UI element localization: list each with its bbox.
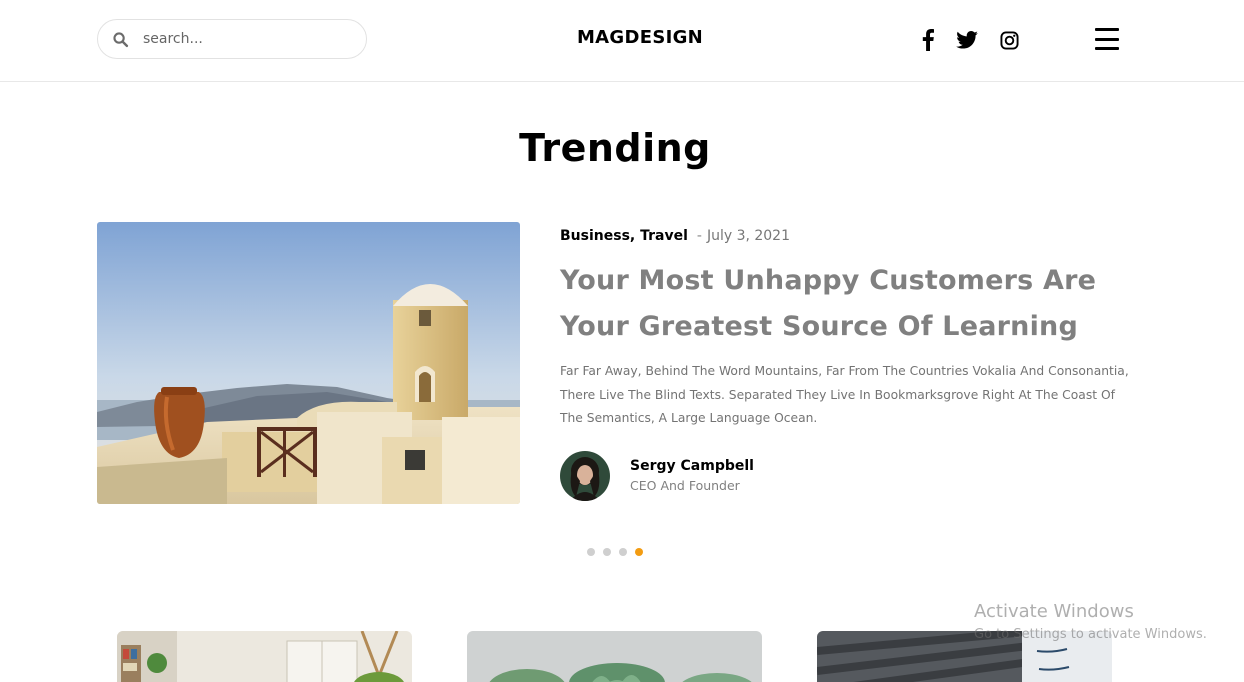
post-headline[interactable]: Your Most Unhappy Customers Are Your Gre…	[560, 258, 1140, 350]
facebook-icon[interactable]	[918, 28, 938, 52]
post-meta: Business, Travel - July 3, 2021	[560, 228, 790, 244]
search-icon	[113, 31, 129, 47]
carousel-dot[interactable]	[619, 548, 627, 556]
carousel-dot-active[interactable]	[635, 548, 643, 556]
carousel-dot[interactable]	[603, 548, 611, 556]
watermark-title: Activate Windows	[974, 601, 1134, 622]
author-role: CEO And Founder	[630, 478, 740, 493]
twitter-icon[interactable]	[955, 28, 979, 52]
meta-separator: -	[696, 228, 702, 244]
post-author: Sergy Campbell CEO And Founder	[560, 451, 754, 501]
post-card-image[interactable]	[467, 631, 762, 682]
section-title: Trending	[519, 126, 711, 170]
featured-post-image[interactable]	[97, 222, 520, 504]
post-card-image[interactable]	[117, 631, 412, 682]
hamburger-menu-icon[interactable]	[1095, 28, 1119, 50]
author-name[interactable]: Sergy Campbell	[630, 456, 754, 476]
carousel-dot[interactable]	[587, 548, 595, 556]
carousel-dots	[587, 548, 651, 556]
avatar	[560, 451, 610, 501]
post-date: July 3, 2021	[706, 228, 791, 244]
post-categories[interactable]: Business, Travel	[560, 228, 688, 244]
site-header: MAGDESIGN	[0, 0, 1244, 82]
search-input[interactable]	[143, 31, 333, 47]
windows-activation-watermark: Activate Windows Go to Settings to activ…	[974, 600, 1207, 646]
instagram-icon[interactable]	[998, 28, 1020, 52]
site-logo[interactable]: MAGDESIGN	[540, 27, 740, 48]
watermark-subtitle: Go to Settings to activate Windows.	[974, 627, 1207, 642]
search-bar[interactable]	[97, 19, 367, 59]
post-excerpt: Far Far Away, Behind The Word Mountains,…	[560, 364, 1129, 425]
